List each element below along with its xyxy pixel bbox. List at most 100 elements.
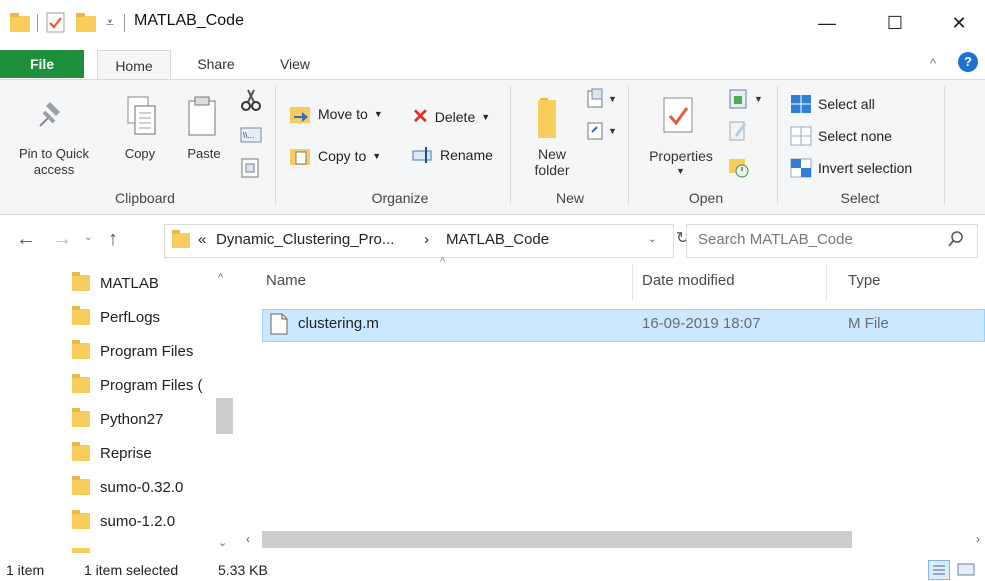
new-folder-button[interactable]: New folder (524, 146, 580, 178)
organize-group-label: Organize (371, 190, 429, 206)
select-all-button[interactable]: Select all (790, 94, 875, 114)
delete-icon: ✕ (412, 106, 429, 128)
nav-item-label: Reprise (100, 444, 152, 462)
file-name[interactable]: clustering.m (298, 315, 379, 332)
details-view-button[interactable] (928, 560, 950, 580)
qat-separator-2 (124, 14, 125, 32)
folder-icon (72, 476, 90, 495)
nav-item[interactable]: MATLAB (72, 266, 159, 300)
close-button[interactable]: ✕ (936, 0, 982, 46)
nav-scrollbar-thumb[interactable] (216, 398, 233, 434)
folder-icon (72, 374, 90, 393)
column-header-name[interactable]: Name (266, 272, 306, 289)
nav-item[interactable]: sumo-0.32.0 (72, 470, 183, 504)
recent-locations-icon[interactable]: ⌄ (84, 232, 92, 243)
move-to-button[interactable]: Move to ▼ (290, 104, 383, 124)
tab-home[interactable]: Home (97, 50, 171, 81)
nav-item[interactable]: Python27 (72, 402, 163, 436)
copy-path-icon[interactable]: \\... (240, 127, 262, 143)
nav-scroll-down-icon[interactable]: ⌄ (218, 536, 227, 549)
large-icons-view-button[interactable] (956, 561, 976, 577)
nav-item[interactable]: Reprise (72, 436, 152, 470)
svg-text:▼: ▼ (608, 94, 617, 104)
status-item-count: 1 item (6, 562, 45, 578)
separator (777, 86, 778, 204)
properties-icon (662, 96, 696, 136)
folder-icon (72, 272, 90, 291)
easy-access-icon[interactable]: ▼ (586, 120, 618, 142)
tab-file[interactable]: File (0, 50, 84, 78)
pin-to-quick-access-button[interactable]: Pin to Quick access (18, 146, 90, 178)
column-header-date[interactable]: Date modified (642, 272, 735, 289)
edit-icon[interactable] (728, 120, 750, 142)
forward-arrow-icon[interactable]: → (52, 228, 72, 251)
address-dropdown-icon[interactable]: ⌄ (648, 234, 656, 245)
nav-item[interactable]: PerfLogs (72, 300, 160, 334)
help-icon[interactable]: ? (958, 52, 978, 72)
open-group-label: Open (688, 190, 724, 206)
invert-selection-label: Invert selection (818, 160, 913, 176)
breadcrumb-parent[interactable]: Dynamic_Clustering_Pro... (216, 231, 394, 248)
column-divider (632, 264, 633, 300)
column-header-type[interactable]: Type (848, 272, 881, 289)
select-none-button[interactable]: Select none (790, 126, 892, 146)
nav-item-label: sumo-0.32.0 (100, 478, 184, 496)
copy-to-label: Copy to (318, 148, 367, 164)
cut-icon[interactable] (240, 88, 262, 112)
pin-icon (34, 98, 64, 132)
move-to-icon (290, 104, 312, 124)
breadcrumb-current[interactable]: MATLAB_Code (446, 231, 549, 248)
paste-button[interactable]: Paste (180, 146, 228, 162)
select-none-label: Select none (818, 128, 892, 144)
copy-button[interactable]: Copy (118, 146, 162, 162)
breadcrumb-separator[interactable]: › (424, 231, 429, 248)
nav-item[interactable]: Program Files (72, 334, 193, 368)
properties-quick-icon[interactable] (46, 12, 66, 34)
svg-text:▼: ▼ (754, 94, 763, 104)
breadcrumb-overflow[interactable]: « (198, 231, 206, 248)
dropdown-arrow-icon[interactable]: ▼ (676, 166, 685, 176)
nav-item[interactable]: sumo-1.2.0 (72, 504, 175, 538)
paste-shortcut-icon[interactable] (240, 158, 260, 178)
nav-item[interactable]: Program Files ( (72, 368, 203, 402)
back-arrow-icon[interactable]: ← (16, 228, 36, 251)
rename-icon (412, 146, 434, 164)
qat-customize-icon[interactable]: ⩡ (106, 14, 114, 31)
nav-scroll-up-icon[interactable]: ^ (218, 272, 223, 284)
new-folder-quick-icon[interactable] (76, 13, 98, 33)
search-icon[interactable] (948, 231, 964, 247)
large-icons-view-icon (957, 563, 975, 576)
minimize-button[interactable]: — (804, 0, 850, 46)
hscroll-right-icon[interactable]: › (976, 532, 980, 546)
new-folder-icon (536, 96, 570, 140)
paste-icon (186, 96, 220, 140)
address-folder-icon (172, 230, 192, 250)
status-selection: 1 item selected (84, 562, 179, 578)
properties-button[interactable]: Properties (640, 148, 722, 164)
new-item-icon[interactable]: ▼ (586, 88, 618, 110)
qat-separator (37, 14, 38, 32)
rename-label: Rename (440, 147, 493, 163)
dropdown-arrow-icon: ▼ (481, 111, 491, 122)
select-group-label: Select (840, 190, 880, 206)
rename-button[interactable]: Rename (412, 146, 493, 164)
hscroll-left-icon[interactable]: ‹ (246, 532, 250, 546)
history-icon[interactable] (728, 156, 750, 178)
open-icon[interactable]: ▼ (728, 88, 768, 110)
delete-button[interactable]: ✕ Delete ▼ (412, 104, 490, 129)
nav-item-label: sumo-1.2.0 (100, 512, 176, 530)
new-group-label: New (555, 190, 584, 206)
tab-share[interactable]: Share (186, 52, 246, 76)
invert-selection-icon (790, 158, 812, 178)
copy-to-button[interactable]: Copy to ▼ (290, 146, 381, 166)
tab-view[interactable]: View (268, 52, 322, 76)
folder-icon (10, 13, 32, 33)
file-date-modified: 16-09-2019 18:07 (642, 315, 761, 332)
hscroll-thumb[interactable] (262, 531, 852, 548)
collapse-ribbon-icon[interactable]: ^ (930, 56, 936, 71)
maximize-button[interactable]: ☐ (872, 0, 918, 46)
up-arrow-icon[interactable]: ↑ (108, 228, 118, 251)
invert-selection-button[interactable]: Invert selection (790, 158, 912, 178)
search-input[interactable]: Search MATLAB_Code (698, 231, 853, 248)
folder-icon (72, 306, 90, 325)
